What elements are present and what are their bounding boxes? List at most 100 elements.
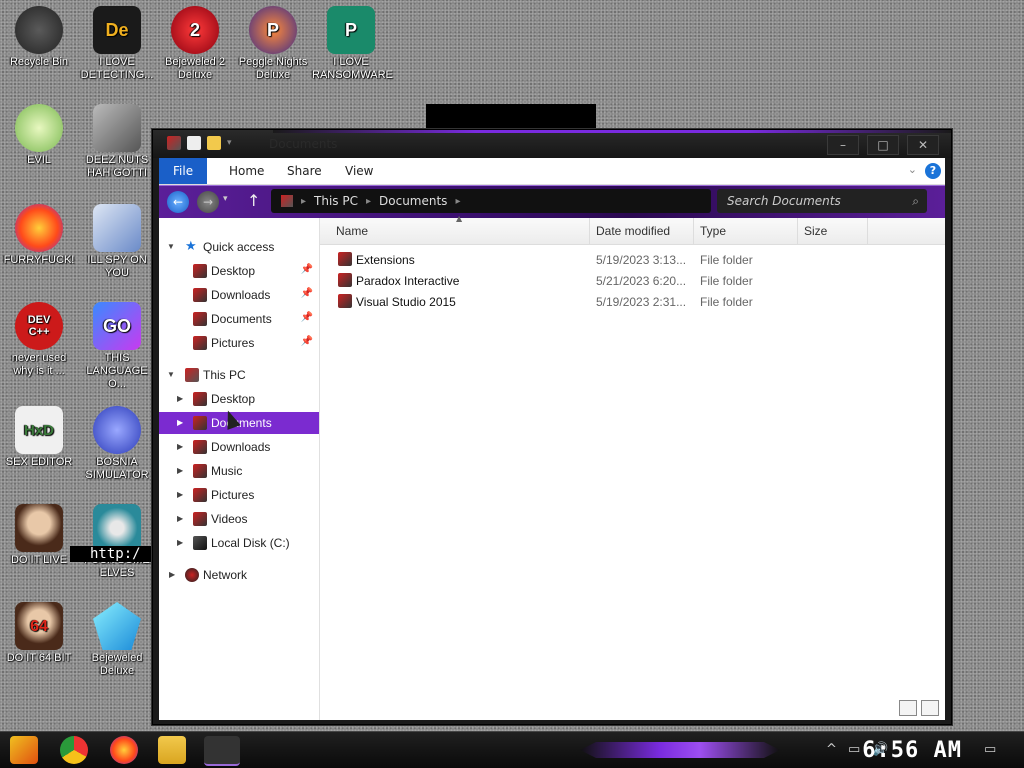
desktop-icon-furryfuck[interactable]: FURRYFUCK!	[0, 204, 78, 267]
folder-app-icon[interactable]	[167, 136, 181, 150]
pin-icon[interactable]: 📌	[301, 288, 313, 299]
peggle-nights-icon: P	[249, 6, 297, 54]
desktop-icon-do-it-64-bit[interactable]: 64 DO IT 64 BIT	[0, 602, 78, 665]
tree-this-pc[interactable]: ▼ This PC	[159, 364, 319, 386]
desktop-icon-evil[interactable]: EVIL	[0, 104, 78, 167]
folder-icon	[338, 252, 352, 266]
details-view-icon[interactable]	[899, 700, 917, 716]
tree-downloads[interactable]: ▶ Downloads	[159, 436, 319, 458]
tree-qa-documents[interactable]: Documents 📌	[159, 308, 319, 330]
portrait-icon	[15, 504, 63, 552]
desktop-icon-dev-cpp[interactable]: DEV C++ never used why is it ...	[0, 302, 78, 378]
start-icon[interactable]	[10, 736, 38, 764]
desktop-icon-do-it-live[interactable]: DO IT LIVE	[0, 504, 78, 567]
desktop-icon-ill-spy[interactable]: ILL SPY ON YOU	[78, 204, 156, 280]
ribbon-expand-icon[interactable]: ⌄	[908, 163, 917, 176]
column-date-modified[interactable]: Date modified	[590, 218, 694, 244]
desktop-icon-goland[interactable]: GO THIS LANGUAGE O...	[78, 302, 156, 391]
ribbon-tabs: File Home Share View ⌄ ?	[159, 158, 945, 185]
column-type[interactable]: Type	[694, 218, 798, 244]
desktop-icon-recycle-bin[interactable]: Recycle Bin	[0, 6, 78, 69]
star-icon: ★	[185, 238, 197, 253]
navigation-pane: ▼ ★ Quick access Desktop 📌 Downloads 📌 D…	[159, 218, 320, 720]
explorer-window[interactable]: ▾ Documents – □ ✕ File Home Share View ⌄…	[152, 129, 952, 725]
expand-arrow-icon[interactable]: ▼	[167, 242, 175, 251]
firefox-icon[interactable]	[110, 736, 138, 764]
title-bar[interactable]: ▾ Documents – □ ✕	[153, 130, 951, 158]
expand-arrow-icon[interactable]: ▶	[169, 570, 175, 579]
tree-desktop[interactable]: ▶ Desktop	[159, 388, 319, 410]
desktop-icon-bejeweled[interactable]: Bejeweled Deluxe	[78, 602, 156, 678]
help-button[interactable]: ?	[925, 163, 941, 179]
tab-home[interactable]: Home	[215, 158, 278, 184]
desktop-icon-bejeweled-2[interactable]: 2 Bejeweled 2 Deluxe	[156, 6, 234, 82]
address-bar[interactable]: ▸ This PC ▸ Documents ▸	[271, 189, 711, 213]
show-hidden-icons-icon[interactable]: ^	[826, 742, 837, 757]
expand-arrow-icon[interactable]: ▶	[177, 442, 183, 451]
bejeweled-2-icon: 2	[171, 6, 219, 54]
file-explorer-icon[interactable]	[158, 736, 186, 764]
column-size[interactable]: Size	[798, 218, 868, 244]
tree-qa-pictures[interactable]: Pictures 📌	[159, 332, 319, 354]
tree-qa-downloads[interactable]: Downloads 📌	[159, 284, 319, 306]
breadcrumb-separator-icon: ▸	[365, 195, 372, 207]
pin-icon[interactable]: 📌	[301, 312, 313, 323]
chrome-icon[interactable]	[60, 736, 88, 764]
recent-locations-icon[interactable]: ▾	[223, 194, 228, 204]
clock[interactable]: 6:56 AM	[862, 738, 962, 763]
close-button[interactable]: ✕	[907, 135, 939, 155]
tab-file[interactable]: File	[159, 158, 208, 184]
pin-icon[interactable]: 📌	[301, 264, 313, 275]
properties-icon[interactable]	[187, 136, 201, 150]
desktop-icon-bosnia-simulator[interactable]: BOSNIA SIMULATOR	[78, 406, 156, 482]
desktop-icon-deez-nuts[interactable]: DEEZ NUTS HAH GOTTI	[78, 104, 156, 180]
file-row[interactable]: Paradox Interactive 5/21/2023 6:20... Fi…	[338, 271, 945, 291]
new-folder-icon[interactable]	[207, 136, 221, 150]
tab-view[interactable]: View	[331, 158, 387, 184]
network-tray-icon[interactable]: ▭	[848, 742, 860, 757]
maximize-button[interactable]: □	[867, 135, 899, 155]
expand-arrow-icon[interactable]: ▶	[177, 466, 183, 475]
desktop-icon-detect-it-easy[interactable]: De I LOVE DETECTING...	[78, 6, 156, 82]
search-placeholder: Search Documents	[727, 194, 841, 208]
forward-button[interactable]: →	[197, 191, 219, 213]
search-input[interactable]: Search Documents ⌕	[717, 189, 927, 213]
network-icon	[185, 568, 199, 582]
downloads-folder-icon	[193, 440, 207, 454]
expand-arrow-icon[interactable]: ▶	[177, 514, 183, 523]
expand-arrow-icon[interactable]: ▶	[177, 394, 183, 403]
quick-access-toolbar: ▾	[167, 136, 232, 150]
desktop-icon-elves[interactable]: FUCK SOME ELVES	[78, 504, 156, 580]
tree-pictures[interactable]: ▶ Pictures	[159, 484, 319, 506]
large-icons-view-icon[interactable]	[921, 700, 939, 716]
explorer-window-icon[interactable]	[204, 736, 240, 766]
minimize-button[interactable]: –	[827, 135, 859, 155]
desktop-icon-peggle-nights[interactable]: P Peggle Nights Deluxe	[234, 6, 312, 82]
tree-local-disk[interactable]: ▶ Local Disk (C:)	[159, 532, 319, 554]
tree-quick-access[interactable]: ▼ ★ Quick access	[159, 236, 319, 258]
expand-arrow-icon[interactable]: ▶	[177, 538, 183, 547]
pin-icon[interactable]: 📌	[301, 336, 313, 347]
expand-arrow-icon[interactable]: ▶	[177, 418, 183, 427]
up-button[interactable]: ↑	[247, 191, 260, 210]
tree-music[interactable]: ▶ Music	[159, 460, 319, 482]
back-button[interactable]: ←	[167, 191, 189, 213]
file-row[interactable]: Extensions 5/19/2023 3:13... File folder	[338, 250, 945, 270]
breadcrumb-documents[interactable]: Documents	[379, 194, 447, 208]
tab-share[interactable]: Share	[273, 158, 336, 184]
file-row[interactable]: Visual Studio 2015 5/19/2023 2:31... Fil…	[338, 292, 945, 312]
qat-dropdown-icon[interactable]: ▾	[227, 138, 232, 148]
desktop-icon-hxd[interactable]: HxD SEX EDITOR	[0, 406, 78, 469]
expand-arrow-icon[interactable]: ▼	[167, 370, 175, 379]
desktop-icon-ransomware[interactable]: P I LOVE RANSOMWARE	[312, 6, 393, 82]
spy-icon	[93, 204, 141, 252]
tree-network[interactable]: ▶ Network	[159, 564, 319, 586]
tree-videos[interactable]: ▶ Videos	[159, 508, 319, 530]
breadcrumb-this-pc[interactable]: This PC	[314, 194, 358, 208]
column-name[interactable]: Name	[320, 218, 590, 244]
notifications-icon[interactable]: ▭	[984, 742, 996, 757]
tree-qa-desktop[interactable]: Desktop 📌	[159, 260, 319, 282]
elves-icon	[93, 504, 141, 552]
expand-arrow-icon[interactable]: ▶	[177, 490, 183, 499]
desktop-folder-icon	[193, 392, 207, 406]
